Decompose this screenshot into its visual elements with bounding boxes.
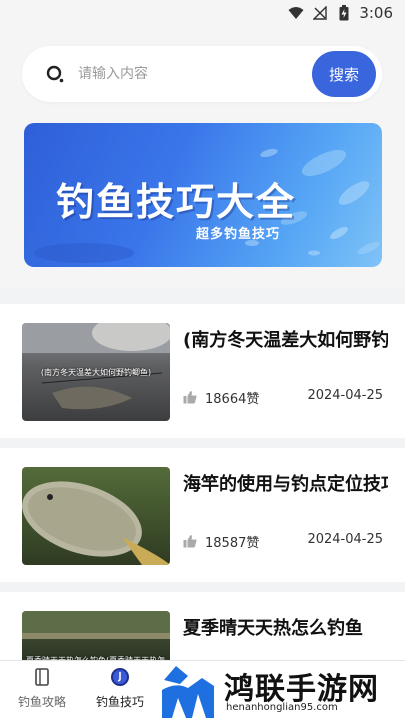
book-icon <box>32 667 52 687</box>
article-title: 夏季晴天天热怎么钓鱼 <box>183 618 363 639</box>
header-area: 搜索 钓鱼技巧大全 超多钓鱼技巧 <box>0 30 405 288</box>
watermark: 鸿联手游网 henanhonglian95.com <box>150 658 405 720</box>
fishing-tips-icon <box>110 667 130 687</box>
nav-label: 钓鱼攻略 <box>17 695 66 709</box>
article-title: (南方冬天温差大如何野钓鲫鱼) <box>183 330 388 351</box>
fish-photo <box>22 481 170 565</box>
like-count: 18664赞 <box>205 392 260 407</box>
like-icon[interactable] <box>183 389 197 404</box>
thumbnail-caption: (南方冬天温差大如何野钓鲫鱼) <box>40 368 152 377</box>
nav-label: 钓鱼技巧 <box>95 695 144 709</box>
article-thumbnail <box>22 467 170 565</box>
wifi-icon <box>287 4 305 22</box>
article-thumbnail: (南方冬天温差大如何野钓鲫鱼) <box>22 323 170 421</box>
watermark-logo-icon <box>162 666 214 718</box>
banner[interactable]: 钓鱼技巧大全 超多钓鱼技巧 <box>24 123 382 267</box>
search-icon <box>46 65 64 83</box>
nav-item-tips[interactable]: 钓鱼技巧 <box>80 667 160 717</box>
article-card[interactable]: 海竿的使用与钓点定位技巧 18587赞 2024-04-25 <box>0 448 405 582</box>
status-bar: 3:06 <box>0 0 405 30</box>
like-icon[interactable] <box>183 533 197 548</box>
like-count: 18587赞 <box>205 536 260 551</box>
signal-off-icon <box>311 4 329 22</box>
search-input[interactable] <box>78 60 298 88</box>
status-time: 3:06 <box>359 4 393 22</box>
battery-charging-icon <box>335 4 353 22</box>
nav-item-guide[interactable]: 钓鱼攻略 <box>2 667 82 717</box>
article-card[interactable]: (南方冬天温差大如何野钓鲫鱼) (南方冬天温差大如何野钓鲫鱼) 18664赞 2… <box>0 304 405 438</box>
search-button[interactable]: 搜索 <box>312 51 376 97</box>
search-box: 搜索 <box>22 46 382 102</box>
article-date: 2024-04-25 <box>307 532 383 547</box>
banner-subtitle: 超多钓鱼技巧 <box>196 227 281 242</box>
watermark-url: henanhonglian95.com <box>226 702 338 713</box>
status-icons: 3:06 <box>287 4 393 22</box>
article-title: 海竿的使用与钓点定位技巧 <box>183 474 388 495</box>
article-date: 2024-04-25 <box>307 388 383 403</box>
banner-title: 钓鱼技巧大全 <box>56 180 297 224</box>
